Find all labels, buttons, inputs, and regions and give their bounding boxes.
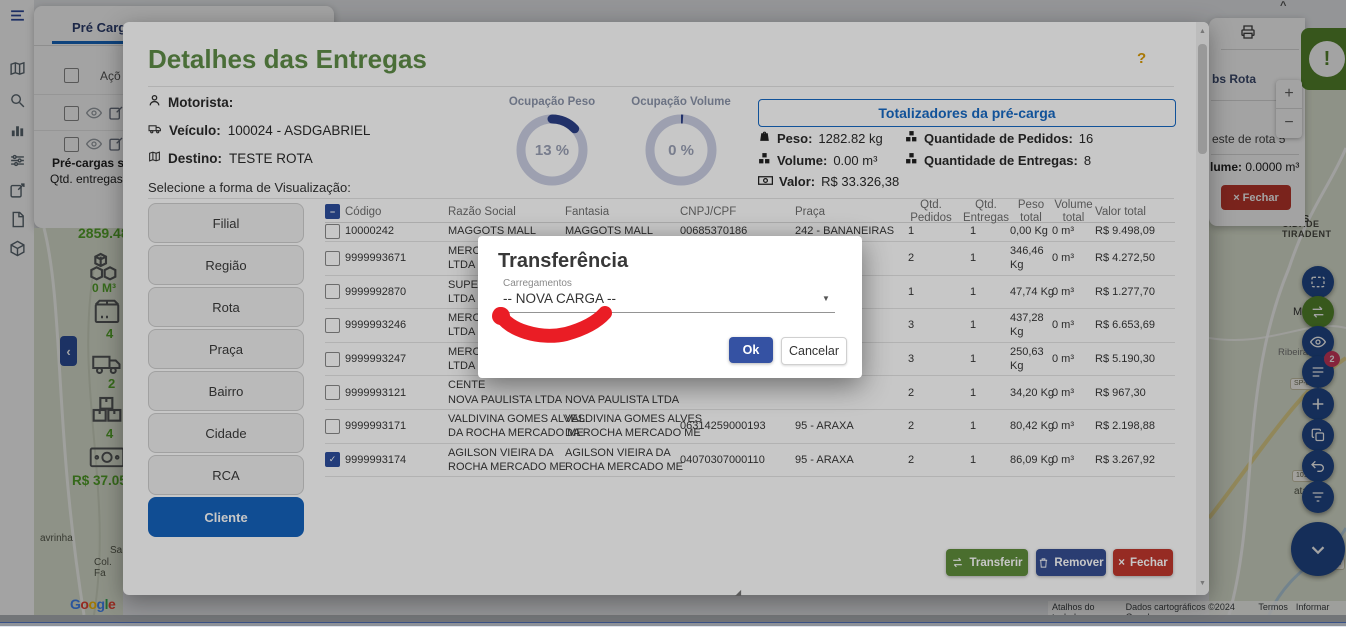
ok-button[interactable]: Ok xyxy=(729,337,773,363)
transferencia-dialog: Transferência Carregamentos -- NOVA CARG… xyxy=(478,236,862,378)
cancel-button[interactable]: Cancelar xyxy=(781,337,847,365)
carregamentos-select[interactable]: -- NOVA CARGA -- xyxy=(503,291,616,306)
chevron-down-icon[interactable]: ▼ xyxy=(822,294,830,303)
select-underline xyxy=(503,312,835,313)
carregamentos-label: Carregamentos xyxy=(503,278,572,289)
dialog-title: Transferência xyxy=(498,250,628,273)
